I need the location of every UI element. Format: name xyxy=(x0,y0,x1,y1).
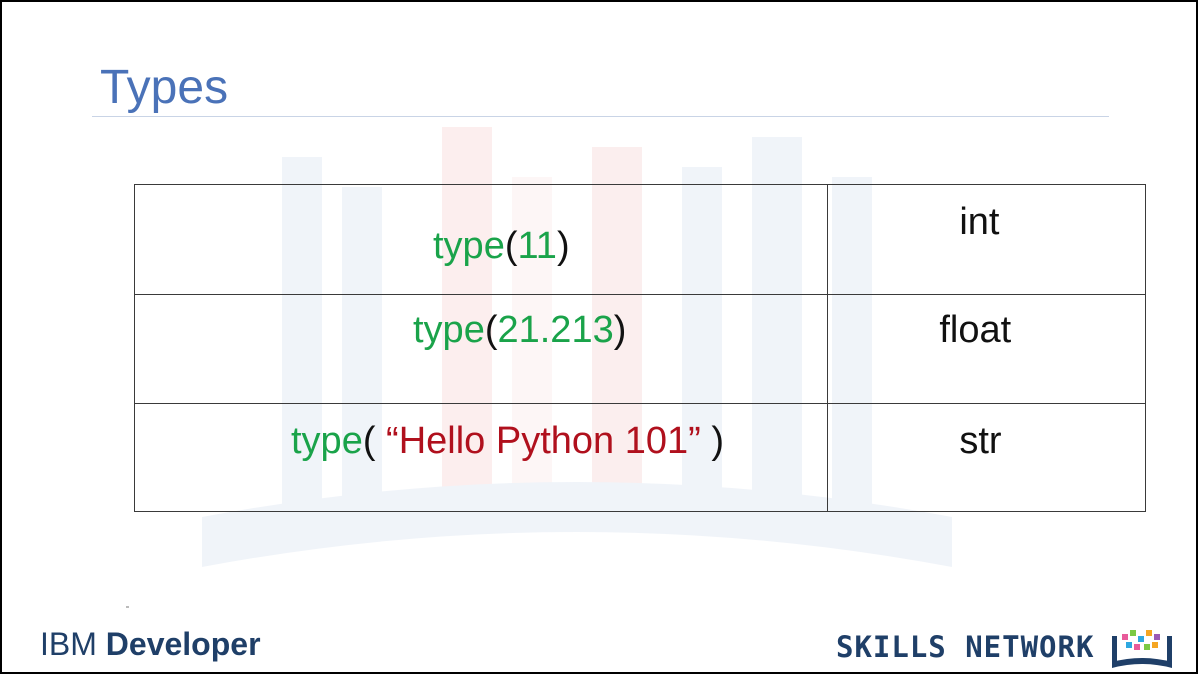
result-type: float xyxy=(939,309,1012,352)
function-name: type xyxy=(433,225,505,267)
types-table: type(11) int type(21.213) float type( “H… xyxy=(133,183,1146,513)
open-paren: ( xyxy=(362,419,387,462)
brand-suffix: Developer xyxy=(105,626,261,662)
result-type: str xyxy=(959,419,1002,462)
result-cell: float xyxy=(827,294,1146,404)
code-cell: type(21.213) xyxy=(133,294,829,404)
code-expression: type(21.213) xyxy=(413,309,626,352)
function-name: type xyxy=(291,419,363,462)
code-cell: type( “Hello Python 101” ) xyxy=(133,402,829,513)
brand-name: IBM xyxy=(40,626,97,662)
slide-title: Types xyxy=(100,61,229,114)
close-paren: ) xyxy=(613,309,627,352)
code-expression: type( “Hello Python 101” ) xyxy=(291,420,724,463)
table-row: type(21.213) float xyxy=(133,294,1146,404)
argument: 11 xyxy=(517,225,557,267)
argument: 21.213 xyxy=(497,309,614,352)
close-paren: ) xyxy=(556,225,570,267)
result-cell: int xyxy=(827,183,1146,296)
argument: “Hello Python 101” xyxy=(386,419,701,462)
table-row: type(11) int xyxy=(133,183,1146,296)
decorative-dot xyxy=(126,606,129,608)
function-name: type xyxy=(413,309,485,352)
result-type: int xyxy=(959,201,1000,243)
table-row: type( “Hello Python 101” ) str xyxy=(133,402,1146,513)
ibm-developer-logo: IBM Developer xyxy=(40,626,261,663)
close-paren: ) xyxy=(700,419,724,462)
books-icon xyxy=(1112,630,1172,668)
title-divider xyxy=(92,116,1109,117)
result-cell: str xyxy=(827,402,1146,513)
slide: Types type(11) int type(21.213) float ty… xyxy=(2,2,1196,672)
open-paren: ( xyxy=(504,225,518,267)
code-cell: type(11) xyxy=(133,183,829,296)
code-expression: type(11) xyxy=(433,225,570,268)
open-paren: ( xyxy=(484,309,498,352)
skills-network-label: SKILLS NETWORK xyxy=(836,630,1095,664)
